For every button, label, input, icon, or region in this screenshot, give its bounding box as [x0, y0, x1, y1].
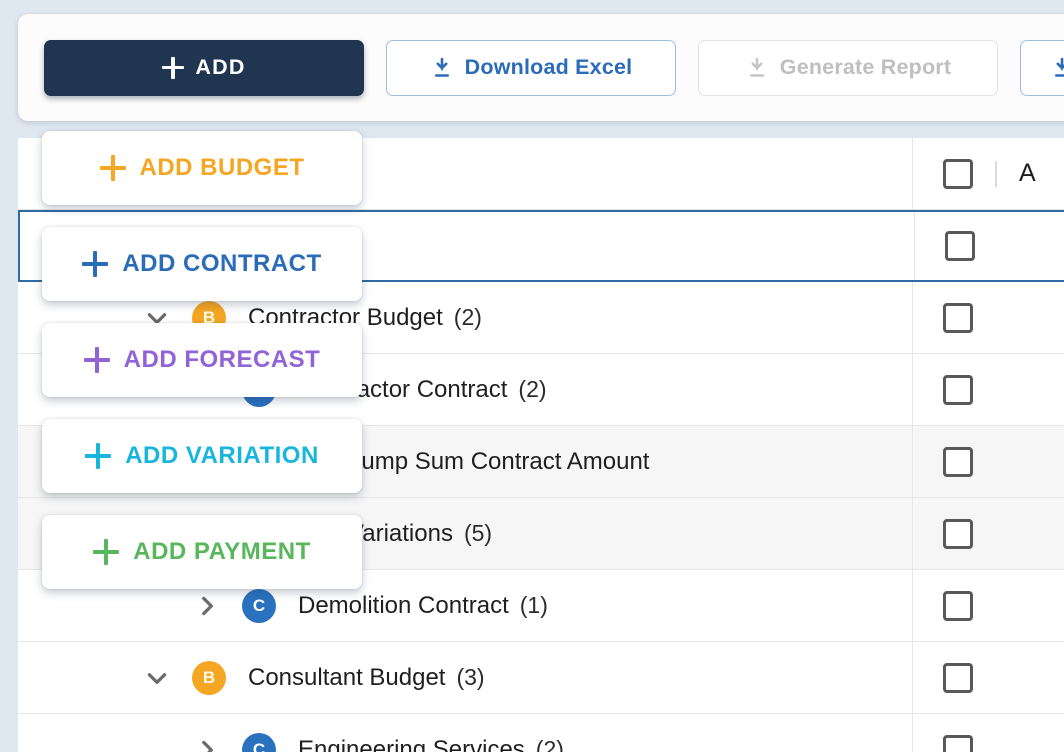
node-child-count: (2)	[535, 736, 564, 752]
tree-cell: C Engineering Services (2)	[18, 714, 912, 752]
checkbox-cell	[912, 714, 1064, 752]
checkbox-cell	[912, 426, 1064, 497]
row-checkbox[interactable]	[943, 446, 973, 477]
plus-icon	[82, 251, 109, 277]
menu-item-label: ADD BUDGET	[139, 154, 305, 181]
node-child-count: (1)	[519, 592, 548, 618]
menu-item-add-budget[interactable]: ADD BUDGET	[42, 131, 362, 205]
checkbox-cell	[912, 354, 1064, 425]
chevron-right-icon[interactable]	[194, 593, 220, 619]
menu-item-add-variation[interactable]: ADD VARIATION	[42, 419, 362, 493]
select-all-checkbox[interactable]	[943, 158, 973, 189]
column-resize-handle[interactable]	[995, 160, 997, 187]
download-icon	[434, 57, 449, 77]
node-child-count: (3)	[456, 664, 485, 690]
checkbox-cell	[912, 570, 1064, 641]
contract-avatar: C	[242, 588, 276, 623]
chevron-right-icon[interactable]	[194, 737, 220, 752]
menu-item-label: ADD FORECAST	[123, 346, 321, 373]
plus-icon	[83, 347, 110, 373]
menu-item-add-contract[interactable]: ADD CONTRACT	[42, 227, 362, 301]
plus-icon	[93, 539, 120, 565]
checkbox-cell	[912, 498, 1064, 569]
add-button[interactable]: ADD	[44, 39, 364, 96]
generate-report-label: Generate Report	[779, 55, 952, 79]
plus-icon	[99, 155, 126, 181]
chevron-down-icon[interactable]	[144, 665, 170, 691]
plus-icon	[162, 56, 185, 79]
menu-item-label: ADD PAYMENT	[133, 538, 311, 565]
node-label: Consultant Budget	[248, 663, 446, 691]
menu-item-label: ADD CONTRACT	[122, 250, 322, 277]
row-checkbox[interactable]	[943, 734, 973, 752]
table-row[interactable]: B Consultant Budget (3)	[18, 642, 1064, 714]
row-checkbox[interactable]	[943, 590, 973, 621]
menu-item-add-payment[interactable]: ADD PAYMENT	[42, 515, 362, 589]
checkbox-cell	[912, 282, 1064, 353]
plus-icon	[85, 443, 112, 469]
column-header-label: A	[1019, 159, 1036, 187]
menu-item-label: ADD VARIATION	[125, 442, 319, 469]
row-checkbox[interactable]	[943, 374, 973, 405]
row-checkbox[interactable]	[943, 518, 973, 549]
tree-cell: B Consultant Budget (3)	[18, 642, 912, 713]
node-label: Lump Sum Contract Amount	[348, 447, 650, 475]
row-checkbox[interactable]	[945, 231, 975, 261]
row-checkbox[interactable]	[943, 302, 973, 333]
download-excel-button[interactable]: Download Excel	[386, 39, 676, 96]
checkbox-cell: A	[912, 138, 1064, 209]
generate-report-button[interactable]: Generate Report	[698, 39, 998, 96]
download-icon-disabled	[749, 57, 764, 77]
node-label: Variations	[348, 519, 453, 547]
toolbar-button-group: ADD Download Excel Generate Report	[44, 14, 1064, 121]
download-button[interactable]	[1020, 39, 1064, 96]
checkbox-cell	[914, 212, 1064, 280]
contract-avatar: C	[242, 732, 276, 752]
node-child-count: (5)	[463, 520, 493, 546]
budget-avatar: B	[192, 660, 226, 695]
add-button-label: ADD	[195, 55, 246, 79]
row-checkbox[interactable]	[943, 662, 973, 693]
checkbox-cell	[912, 642, 1064, 713]
table-row[interactable]: C Engineering Services (2)	[18, 714, 1064, 752]
node-child-count: (2)	[518, 376, 547, 402]
download-excel-label: Download Excel	[464, 55, 633, 79]
node-label: Demolition Contract	[298, 591, 509, 619]
app-root: ADD Download Excel Generate Report A B C…	[0, 0, 1064, 752]
menu-item-add-forecast[interactable]: ADD FORECAST	[42, 323, 362, 397]
node-label: Engineering Services	[298, 735, 525, 752]
node-child-count: (2)	[453, 304, 482, 330]
download-icon-2	[1055, 57, 1064, 77]
toolbar-card: ADD Download Excel Generate Report	[18, 14, 1064, 121]
